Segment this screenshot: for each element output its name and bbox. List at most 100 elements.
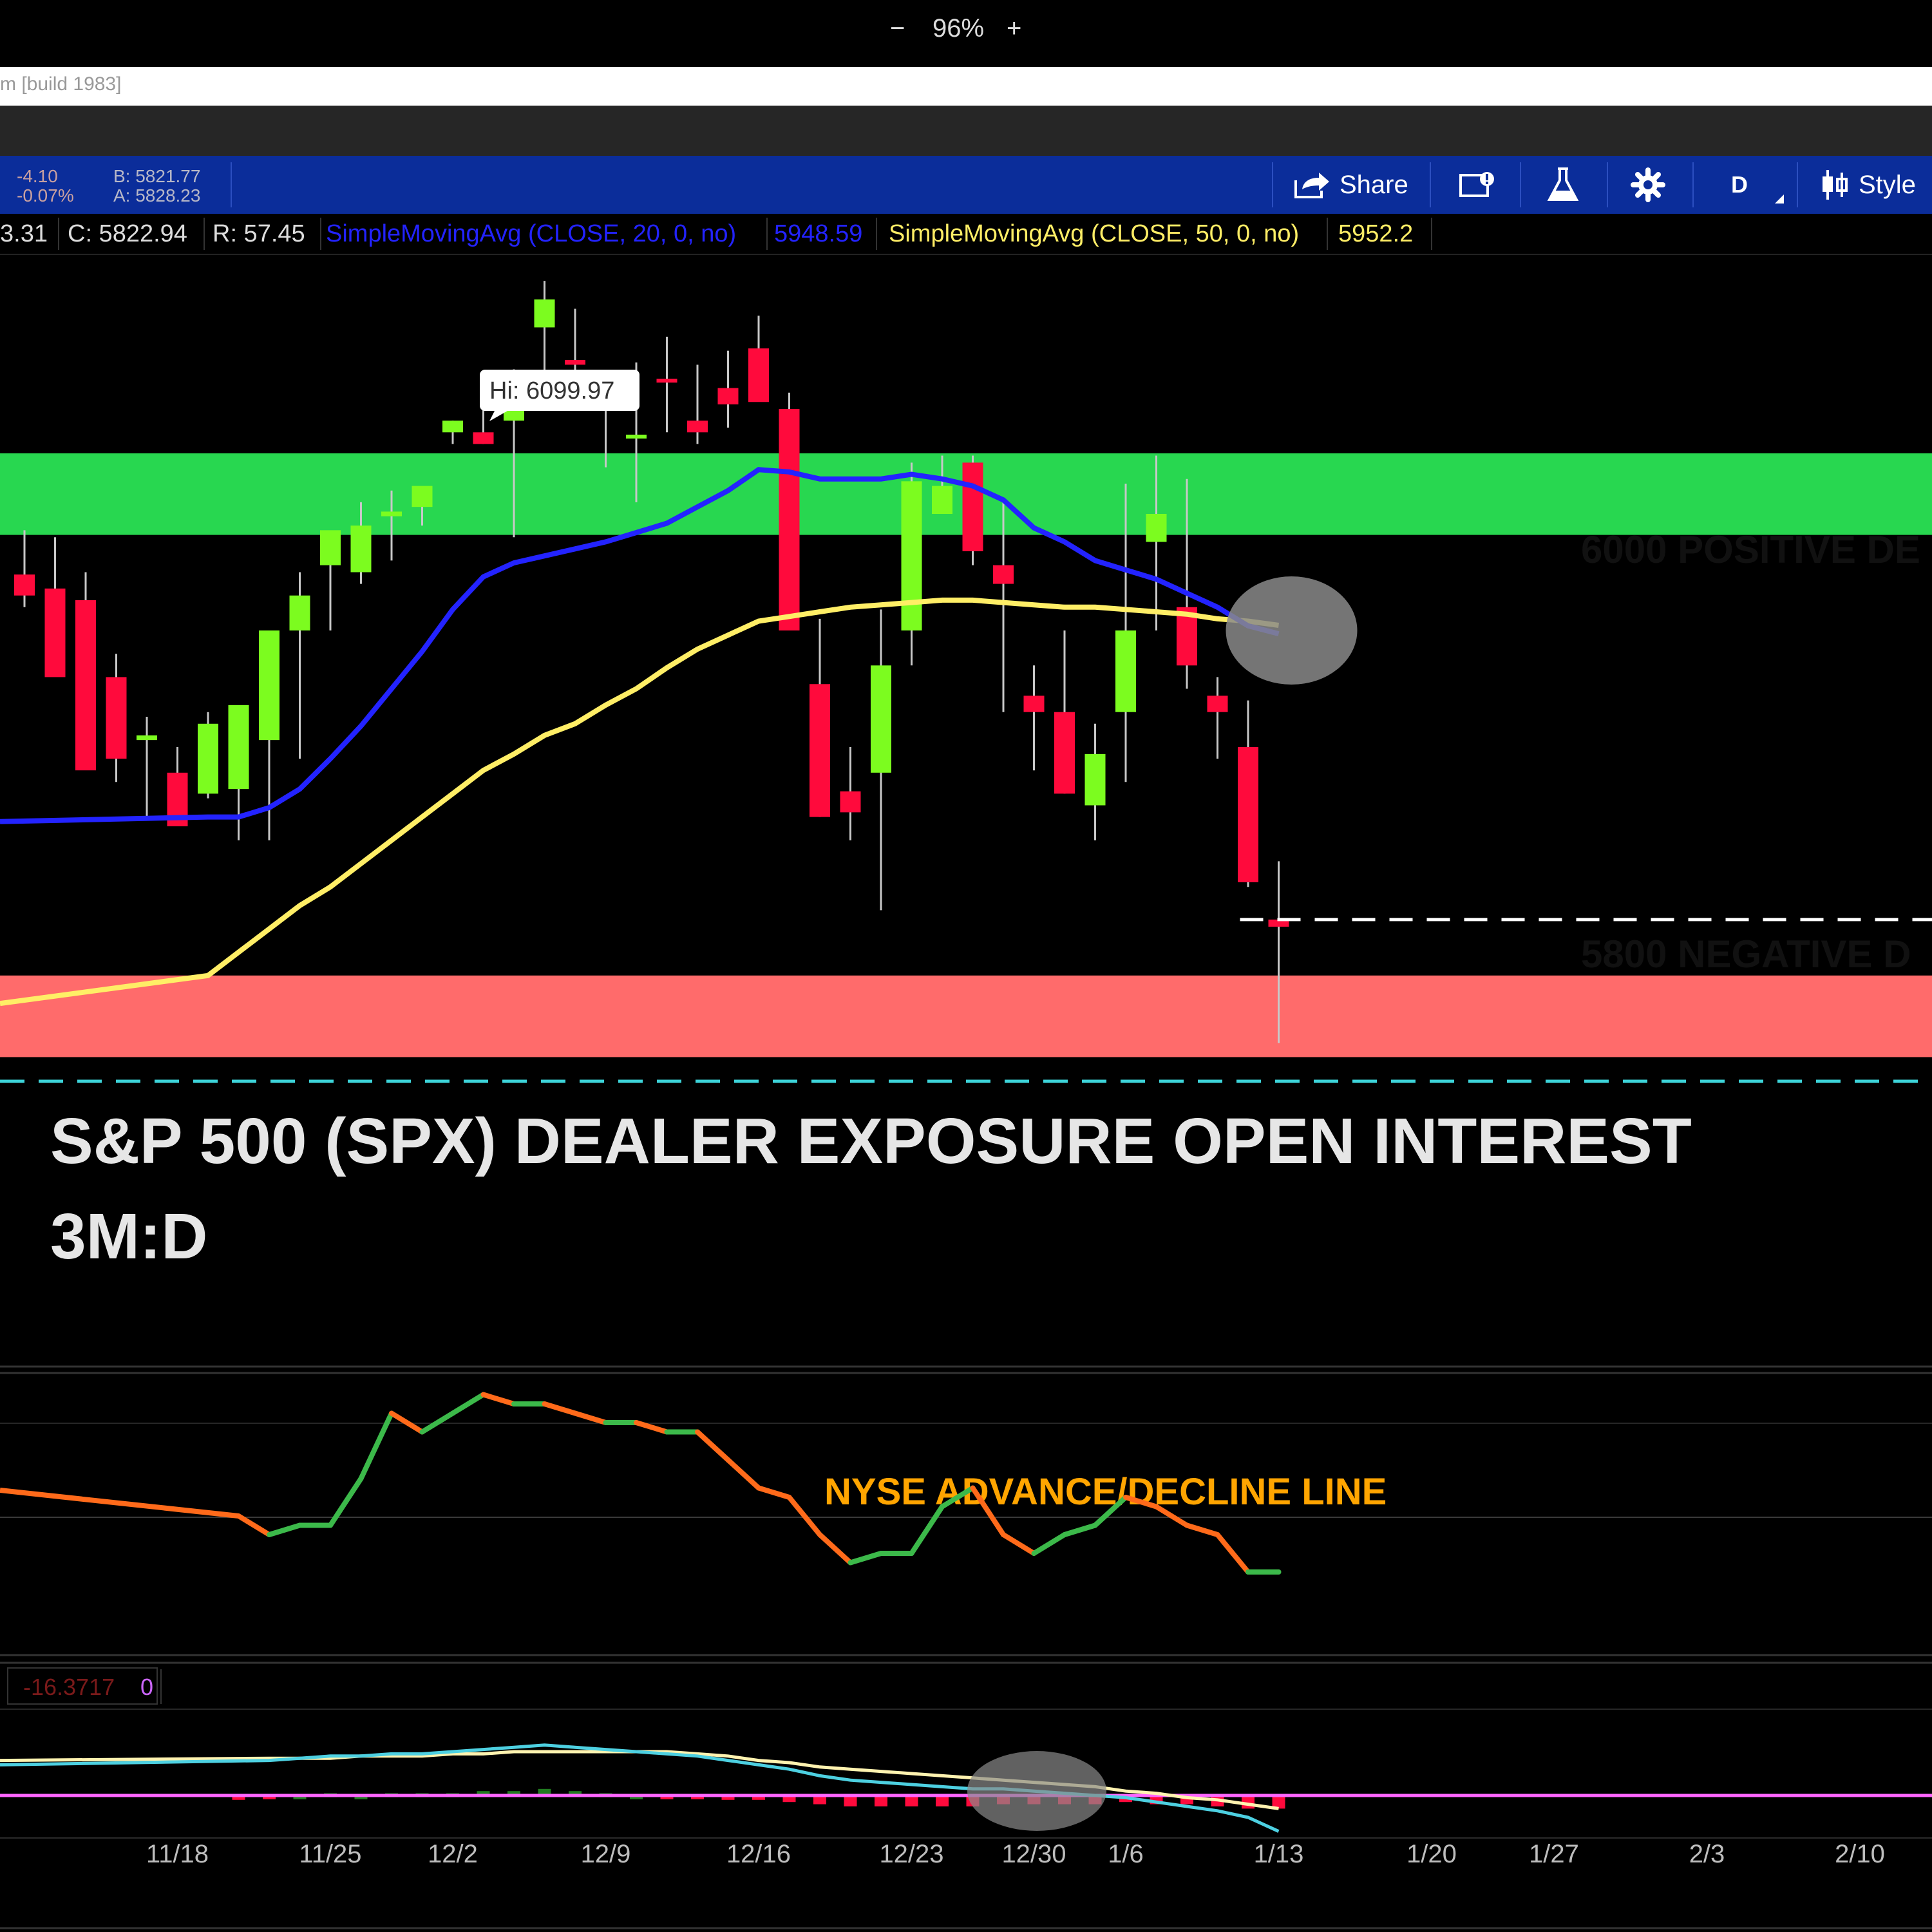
share-icon bbox=[1294, 173, 1329, 198]
candle-body bbox=[656, 379, 677, 383]
share-button[interactable]: Share bbox=[1293, 156, 1408, 214]
ad-segment bbox=[328, 1476, 364, 1528]
negative-dealer-exposure-zone bbox=[0, 975, 1932, 1057]
x-axis-tick-label: 12/9 bbox=[581, 1840, 631, 1868]
dropdown-corner-icon bbox=[1775, 194, 1784, 204]
ad-segment bbox=[634, 1420, 670, 1435]
zoom-out-button[interactable]: − bbox=[890, 14, 905, 43]
candle-body bbox=[14, 574, 35, 596]
macd-zero-value: 0 bbox=[140, 1674, 153, 1700]
candle-body bbox=[871, 665, 891, 773]
high-price-label: Hi: 6099.97 bbox=[489, 377, 614, 404]
ad-segment bbox=[236, 1513, 272, 1537]
x-axis: 11/18 11/25 12/2 12/9 12/16 12/23 12/30 1/6 1/13… bbox=[146, 1840, 1885, 1868]
ad-segment bbox=[909, 1504, 945, 1556]
candle-body bbox=[442, 421, 463, 433]
macd-crossover-highlight bbox=[967, 1751, 1106, 1831]
candle-body bbox=[289, 595, 310, 630]
chart-calendar-button[interactable] bbox=[1459, 156, 1496, 214]
candle-body bbox=[993, 565, 1014, 584]
candle-body bbox=[717, 388, 739, 404]
ad-segment bbox=[573, 1410, 609, 1425]
candle-body bbox=[534, 299, 555, 328]
candle-body bbox=[228, 705, 249, 790]
flask-icon bbox=[1547, 167, 1579, 201]
ad-segment bbox=[756, 1485, 792, 1500]
x-axis-tick-label: 1/20 bbox=[1406, 1840, 1457, 1868]
ad-line-label: NYSE ADVANCE/DECLINE LINE bbox=[824, 1471, 1387, 1513]
window-title-bar: m [build 1983] bbox=[0, 67, 1932, 106]
candle-body bbox=[840, 791, 861, 813]
ad-segment bbox=[695, 1429, 731, 1463]
x-axis-tick-label: 12/23 bbox=[879, 1840, 943, 1868]
candle-body bbox=[320, 530, 341, 565]
tab-strip bbox=[0, 106, 1932, 156]
candle-body bbox=[350, 526, 372, 573]
positive-zone-label: 6000 POSITIVE DE bbox=[1581, 528, 1920, 571]
chart-title-line-1: S&P 500 (SPX) DEALER EXPOSURE OPEN INTER… bbox=[50, 1105, 1692, 1177]
style-label: Style bbox=[1859, 170, 1916, 199]
ad-segment bbox=[267, 1522, 303, 1537]
candle-body bbox=[962, 462, 983, 551]
candle-body bbox=[137, 735, 157, 741]
candle-body bbox=[748, 348, 769, 402]
studies-button[interactable] bbox=[1547, 156, 1579, 214]
ad-segment bbox=[1062, 1522, 1098, 1537]
chart-title-line-2: 3M:D bbox=[50, 1200, 207, 1273]
macd-histogram-bar bbox=[905, 1795, 918, 1806]
candle-body bbox=[1207, 696, 1228, 712]
x-axis-tick-label: 1/27 bbox=[1529, 1840, 1579, 1868]
x-axis-tick-label: 12/30 bbox=[1001, 1840, 1066, 1868]
ad-segment bbox=[480, 1392, 516, 1406]
macd-histogram-bar bbox=[875, 1795, 887, 1806]
candle-body bbox=[1054, 712, 1075, 794]
aggregation-period-button[interactable]: D bbox=[1731, 156, 1748, 214]
zoom-level: 96% bbox=[933, 14, 985, 43]
style-button[interactable]: Style bbox=[1819, 156, 1916, 214]
x-axis-tick-label: 12/16 bbox=[726, 1840, 791, 1868]
zoom-bar: − 96% + bbox=[0, 0, 1932, 64]
share-label: Share bbox=[1340, 170, 1408, 199]
zoom-in-button[interactable]: + bbox=[1007, 14, 1021, 43]
macd-histogram-bar bbox=[936, 1795, 949, 1806]
period-label: D bbox=[1731, 171, 1748, 198]
candle-body bbox=[381, 511, 402, 516]
ad-segment bbox=[0, 1488, 239, 1519]
candle-body bbox=[1238, 747, 1258, 882]
bid-price: B: 5821.77 bbox=[113, 166, 201, 186]
price-and-indicator-panes: Hi: 6099.97 6000 POSITIVE DE 5800 NEGATI… bbox=[0, 281, 1932, 1929]
x-axis-tick-label: 2/3 bbox=[1689, 1840, 1725, 1868]
x-axis-tick-label: 11/18 bbox=[146, 1840, 209, 1868]
net-change: -4.10 bbox=[17, 166, 58, 186]
ad-segment bbox=[1031, 1532, 1067, 1556]
candle-body bbox=[779, 409, 800, 630]
moving-average-crossover-highlight bbox=[1226, 576, 1358, 685]
ad-segment bbox=[848, 1551, 884, 1566]
x-axis-tick-label: 1/13 bbox=[1254, 1840, 1304, 1868]
ad-segment bbox=[1001, 1532, 1037, 1556]
candle-body bbox=[412, 486, 433, 507]
candle-body bbox=[932, 486, 952, 514]
macd-value: -16.3717 bbox=[23, 1674, 115, 1700]
settings-button[interactable] bbox=[1631, 156, 1665, 214]
ad-segment bbox=[786, 1495, 822, 1537]
net-change-percent: -0.07% bbox=[17, 185, 74, 205]
gear-icon bbox=[1631, 167, 1665, 202]
candle-body bbox=[810, 684, 830, 817]
ad-segment bbox=[542, 1401, 578, 1416]
candle-body bbox=[198, 723, 218, 794]
x-axis-tick-label: 11/25 bbox=[299, 1840, 361, 1868]
x-axis-tick-label: 1/6 bbox=[1108, 1840, 1144, 1868]
ad-segment bbox=[450, 1392, 486, 1416]
chart-calendar-icon bbox=[1459, 172, 1494, 197]
chart-app: − 96% + m [build 1983] -4.10 -0.07% B: 5… bbox=[0, 0, 1932, 1932]
candle-body bbox=[1023, 696, 1045, 712]
candle-body bbox=[687, 421, 708, 433]
candle-body bbox=[75, 600, 96, 771]
candle-body bbox=[259, 630, 279, 741]
ask-price: A: 5828.23 bbox=[113, 185, 201, 205]
x-axis-tick-label: 2/10 bbox=[1835, 1840, 1885, 1868]
candle-style-icon bbox=[1823, 170, 1848, 200]
candlestick-series bbox=[14, 281, 1289, 1043]
window-title: m [build 1983] bbox=[0, 73, 122, 95]
